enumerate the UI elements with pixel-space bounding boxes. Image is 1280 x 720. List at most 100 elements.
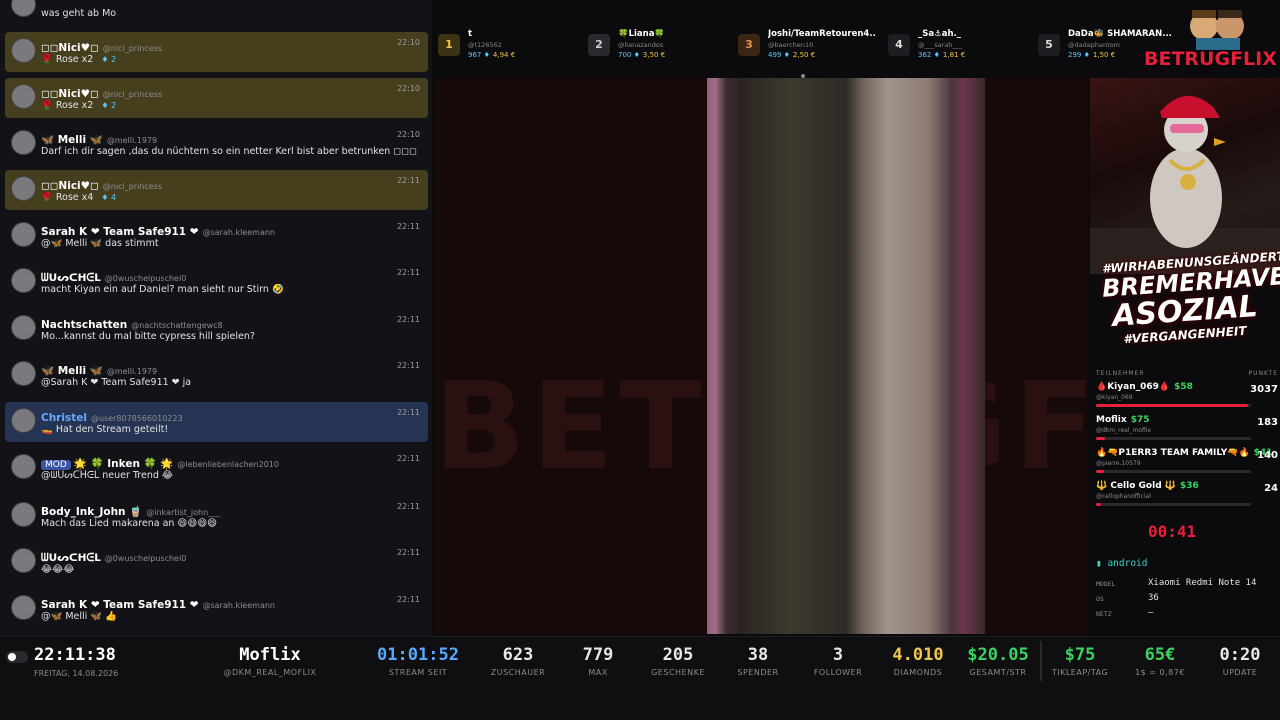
message-text: @ᗯᑌᔕᑕᕼᕮᒪ neuer Trend 😂 <box>41 470 420 481</box>
participant-handle: @kiyan_069 <box>1096 394 1133 401</box>
model-label: MODEL <box>1096 580 1116 588</box>
user-handle: @melli.1979 <box>106 136 158 145</box>
leaderboard-stats: 700 ♦ 3,50 € <box>618 51 665 59</box>
leaderboard-handle: @t126562 <box>468 41 502 49</box>
chat-message: was geht ab Mo <box>5 0 428 30</box>
message-text: @🦋 Melli 🦋 das stimmt <box>41 238 420 249</box>
avatar[interactable] <box>11 0 36 17</box>
avatar[interactable] <box>11 502 36 527</box>
avatar[interactable] <box>11 268 36 293</box>
avatar[interactable] <box>11 548 36 573</box>
message-body: macht Kiyan ein auf Daniel? man sieht nu… <box>41 284 284 295</box>
participant-handle: @pierre.10579 <box>1096 460 1141 467</box>
os-value: 36 <box>1148 593 1159 603</box>
avatar[interactable] <box>11 408 36 433</box>
gem-count: ♦ 4 <box>101 193 116 202</box>
message-body: was geht ab Mo <box>41 8 117 19</box>
participant-amount: $75 <box>1130 415 1150 425</box>
progress-fill <box>1096 404 1248 407</box>
username[interactable]: Christel <box>41 412 87 424</box>
euro-value: 2,50 € <box>792 51 816 59</box>
user-handle: @nici_princess <box>102 90 163 99</box>
username[interactable]: 🌟 🍀 Inken 🍀 🌟 <box>74 458 174 470</box>
user-handle: @user8078566010223 <box>90 414 183 423</box>
chat-message-header: ᗯᑌᔕᑕᕼᕮᒪ @0wuschelpuschel0 22:11 <box>41 266 420 284</box>
gem-count: ♦ 2 <box>101 55 116 64</box>
theme-toggle[interactable] <box>6 651 28 663</box>
username[interactable]: 🦋 Melli 🦋 <box>41 365 103 377</box>
username[interactable]: ᗯᑌᔕᑕᕼᕮᒪ <box>41 272 101 284</box>
username[interactable]: Sarah K ❤ Team Safe911 ❤ <box>41 226 199 238</box>
message-text: 🌹 Rose x4 ♦ 4 <box>41 192 420 203</box>
avatar[interactable] <box>11 176 36 201</box>
username[interactable]: ◻◻Nici♥◻ <box>41 180 99 192</box>
participant-handle: @dkm_real_moflix <box>1096 427 1152 434</box>
diamond-count: 299 <box>1068 51 1082 59</box>
message-text: macht Kiyan ein auf Daniel? man sieht nu… <box>41 284 420 295</box>
username[interactable]: ᗯᑌᔕᑕᕼᕮᒪ <box>41 552 101 564</box>
chat-message: ᗯᑌᔕᑕᕼᕮᒪ @0wuschelpuschel0 22:11 😂😂😂 <box>5 542 428 586</box>
leaderboard-name: _Sa⚓ah._ <box>918 29 961 39</box>
participant-label: 🔱 Cello Gold 🔱 <box>1096 481 1176 491</box>
right-panel: BETRUGFLIX #WIRHABENUNSGEÄNDERT BREMERHA… <box>1090 0 1280 636</box>
user-handle: @sarah.kleemann <box>202 601 275 610</box>
chat-message-header: 🦋 Melli 🦋 @melli.1979 22:11 <box>41 359 420 377</box>
message-body: 🌹 Rose x2 <box>41 100 94 111</box>
leaderboard-entry: 2 🍀Liana🍀 @lianazandos 700 ♦ 3,50 € <box>582 26 732 66</box>
username[interactable]: ◻◻Nici♥◻ <box>41 88 99 100</box>
message-body: Darf ich dir sagen ,das du nüchtern so e… <box>41 146 417 157</box>
net-label: NETZ <box>1096 610 1112 618</box>
timestamp: 22:10 <box>396 84 420 93</box>
avatar[interactable] <box>11 454 36 479</box>
leaderboard-handle: @baerchen10 <box>768 41 814 49</box>
video-area: BETRUGFLIX <box>434 78 1088 634</box>
participant-handle: @cellophanofficial <box>1096 493 1151 500</box>
diamond-count: 700 <box>618 51 632 59</box>
message-text: 😂😂😂 <box>41 564 420 575</box>
message-body: 😂😂😂 <box>41 564 75 575</box>
message-body: @ᗯᑌᔕᑕᕼᕮᒪ neuer Trend 😂 <box>41 470 174 481</box>
message-text: 🌹 Rose x2 ♦ 2 <box>41 100 420 111</box>
participant-points: 3037 <box>1250 384 1278 395</box>
diamond-icon: ♦ <box>931 51 940 59</box>
username[interactable]: Sarah K ❤ Team Safe911 ❤ <box>41 599 199 611</box>
chat-message-header: Sarah K ❤ Team Safe911 ❤ @sarah.kleemann 2… <box>41 220 420 238</box>
chat-message: 🦋 Melli 🦋 @melli.1979 22:10 Darf ich dir sa… <box>5 124 428 168</box>
chat-message-header: Christel @user8078566010223 22:11 <box>41 406 420 424</box>
username[interactable]: 🦋 Melli 🦋 <box>41 134 103 146</box>
avatar[interactable] <box>11 38 36 63</box>
diamond-count: 967 <box>468 51 482 59</box>
clock: 22:11:38 FREITAG, 14.08.2026 <box>34 645 144 678</box>
message-text: was geht ab Mo <box>41 8 420 19</box>
chat-message: ◻◻Nici♥◻ @nici_princess 22:11 🌹 Rose x4 ♦ 4 <box>5 170 428 210</box>
avatar[interactable] <box>11 595 36 620</box>
progress-fill <box>1096 470 1104 473</box>
message-text: @🦋 Melli 🦋 👍 <box>41 611 420 622</box>
stat-value: 0:20 <box>1219 645 1261 665</box>
net-value: — <box>1148 608 1154 618</box>
stat-label: UPDATE <box>1222 668 1258 677</box>
avatar[interactable] <box>11 84 36 109</box>
timestamp: 22:11 <box>396 408 420 417</box>
username[interactable]: Nachtschatten <box>41 319 127 331</box>
user-handle: @nachtschattengewc8 <box>131 321 223 330</box>
message-text: @Sarah K ❤ Team Safe911 ❤ ja <box>41 377 420 388</box>
chat-message: MOD 🌟 🍀 Inken 🍀 🌟 @lebenliebenlachen2010 22… <box>5 448 428 492</box>
chat-message: ◻◻Nici♥◻ @nici_princess 22:10 🌹 Rose x2 ♦ 2 <box>5 78 428 118</box>
message-body: @🦋 Melli 🦋 das stimmt <box>41 238 159 249</box>
chat-message: Sarah K ❤ Team Safe911 ❤ @sarah.kleemann 2… <box>5 216 428 260</box>
avatar[interactable] <box>11 222 36 247</box>
avatar[interactable] <box>11 361 36 386</box>
model-value: Xiaomi Redmi Note 14 <box>1148 578 1257 588</box>
avatar[interactable] <box>11 130 36 155</box>
chat-message: ◻◻Nici♥◻ @nici_princess 22:10 🌹 Rose x2 ♦ 2 <box>5 32 428 72</box>
user-handle: @sarah.kleemann <box>202 228 275 237</box>
avatar[interactable] <box>11 315 36 340</box>
chat-message-header: Body_Ink_John 🧋 @inkartist_john___ 22:11 <box>41 500 420 518</box>
username[interactable]: Body_Ink_John 🧋 <box>41 506 142 518</box>
chat-message-header: Sarah K ❤ Team Safe911 ❤ @sarah.kleemann 2… <box>41 593 420 611</box>
timestamp: 22:11 <box>396 454 420 463</box>
username[interactable]: ◻◻Nici♥◻ <box>41 42 99 54</box>
participant-amount: $58 <box>1174 382 1193 392</box>
leaderboard-entry: 1 t @t126562 967 ♦ 4,94 € <box>432 26 582 66</box>
